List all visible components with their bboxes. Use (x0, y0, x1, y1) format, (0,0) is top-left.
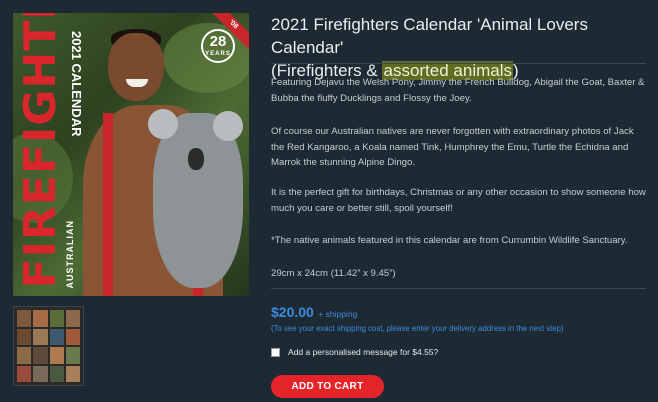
personalised-message-option[interactable]: Add a personalised message for $4.55? (271, 347, 438, 357)
koala-ear-right (213, 111, 243, 141)
description-paragraph-2: Of course our Australian natives are nev… (271, 126, 634, 168)
personalised-message-checkbox[interactable] (271, 347, 280, 357)
koala-ear-left (148, 109, 178, 139)
suspender-strap-left (103, 113, 113, 296)
koala-nose (188, 148, 204, 170)
badge-text: YEARS (205, 51, 231, 57)
cover-year-label: 2021 CALENDAR (69, 31, 84, 137)
anniversary-badge: 28 YEARS (201, 29, 235, 63)
description-paragraph-3: It is the perfect gift for birthdays, Ch… (271, 187, 646, 214)
shipping-note: (To see your exact shipping cost, please… (271, 324, 564, 333)
description-divider (271, 288, 646, 289)
badge-number: 28 (209, 33, 227, 50)
product-thumbnail[interactable] (13, 306, 84, 386)
add-to-cart-button[interactable]: ADD TO CART (271, 375, 384, 398)
title-divider (271, 63, 646, 64)
product-dimensions: 29cm x 24cm (11.42” x 9.45”) (271, 268, 396, 279)
product-main-image[interactable]: FIREFIGHTERS AUSTRALIAN 2021 CALENDAR 28… (13, 13, 249, 296)
shipping-label: + shipping (318, 309, 358, 319)
product-title: 2021 Firefighters Calendar 'Animal Lover… (271, 13, 651, 82)
personalised-message-label: Add a personalised message for $4.55? (288, 347, 439, 357)
cover-region-label: AUSTRALIAN (65, 219, 75, 289)
description-paragraph-1: Featuring Dejavu the Welsh Pony, Jimmy t… (271, 77, 645, 104)
cover-brand-title: FIREFIGHTERS (15, 13, 66, 288)
firefighter-head (108, 33, 164, 101)
price-row: $20.00 + shipping (271, 304, 357, 322)
price: $20.00 (271, 304, 314, 320)
description-paragraph-4: *The native animals featured in this cal… (271, 235, 628, 246)
title-line-1: 2021 Firefighters Calendar 'Animal Lover… (271, 15, 588, 57)
